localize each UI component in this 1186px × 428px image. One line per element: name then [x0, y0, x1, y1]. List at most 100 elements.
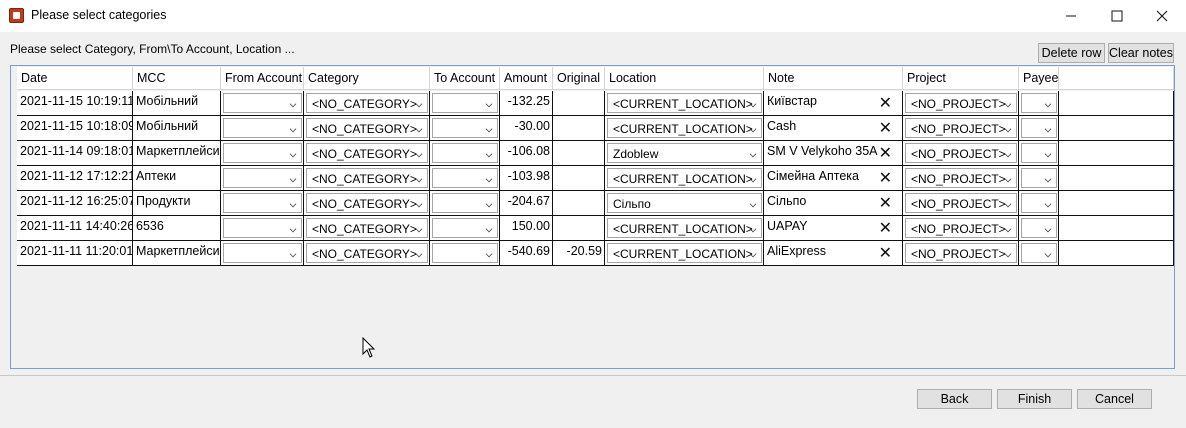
category-combobox[interactable]: <NO_CATEGORY> [306, 118, 428, 138]
cell-category[interactable]: <NO_CATEGORY> [304, 191, 430, 216]
project-combobox[interactable]: <NO_PROJECT> [905, 243, 1017, 263]
location-combobox[interactable]: <CURRENT_LOCATION> [607, 243, 762, 263]
payee-combobox[interactable] [1021, 218, 1057, 238]
cell-location[interactable]: <CURRENT_LOCATION> [605, 116, 764, 141]
cell-project[interactable]: <NO_PROJECT> [903, 116, 1019, 141]
column-header-payee[interactable]: Payee [1019, 67, 1059, 90]
cell-amount[interactable]: -132.25 [500, 91, 553, 116]
cell-note[interactable]: Сімейна Аптека ✕ [764, 166, 903, 191]
column-header-note[interactable]: Note [764, 67, 903, 90]
cell-project[interactable]: <NO_PROJECT> [903, 241, 1019, 266]
cell-location[interactable]: <CURRENT_LOCATION> [605, 216, 764, 241]
project-combobox[interactable]: <NO_PROJECT> [905, 143, 1017, 163]
cell-original[interactable] [553, 166, 605, 191]
clear-note-icon[interactable]: ✕ [879, 193, 892, 213]
table-row[interactable]: 2021-11-15 10:19:11 Мобільний <NO_CATEGORY… [17, 91, 1174, 116]
cell-location[interactable]: <CURRENT_LOCATION> [605, 166, 764, 191]
cell-to[interactable] [430, 216, 500, 241]
cell-location[interactable]: Zdoblew [605, 141, 764, 166]
table-row[interactable]: 2021-11-12 16:25:07 Продукти <NO_CATEGORY>… [17, 191, 1174, 216]
clear-notes-button[interactable]: Clear notes [1108, 43, 1174, 63]
category-combobox[interactable]: <NO_CATEGORY> [306, 193, 428, 213]
cell-payee[interactable] [1019, 116, 1059, 141]
to-combobox[interactable] [432, 218, 498, 238]
cancel-button[interactable]: Cancel [1077, 389, 1152, 409]
cell-project[interactable]: <NO_PROJECT> [903, 141, 1019, 166]
cell-amount[interactable]: -540.69 [500, 241, 553, 266]
categories-grid[interactable]: Date MCC From Account Category To Account Amo… [10, 65, 1175, 369]
clear-note-icon[interactable]: ✕ [879, 118, 892, 138]
cell-to[interactable] [430, 241, 500, 266]
from-combobox[interactable] [223, 218, 302, 238]
column-header-to-account[interactable]: To Account [430, 67, 500, 90]
to-combobox[interactable] [432, 93, 498, 113]
project-combobox[interactable]: <NO_PROJECT> [905, 118, 1017, 138]
delete-row-button[interactable]: Delete row [1038, 43, 1105, 63]
from-combobox[interactable] [223, 143, 302, 163]
cell-note[interactable]: Сільпо ✕ [764, 191, 903, 216]
cell-payee[interactable] [1019, 141, 1059, 166]
cell-note[interactable]: Cash ✕ [764, 116, 903, 141]
category-combobox[interactable]: <NO_CATEGORY> [306, 143, 428, 163]
cell-mcc[interactable]: Мобільний [133, 116, 221, 141]
cell-original[interactable]: -20.59 [553, 241, 605, 266]
cell-mcc[interactable]: Маркетплейси [133, 241, 221, 266]
column-header-from-account[interactable]: From Account [221, 67, 304, 90]
cell-from[interactable] [221, 116, 304, 141]
cell-date[interactable]: 2021-11-11 11:20:01 [17, 241, 133, 266]
cell-mcc[interactable]: Маркетплейси [133, 141, 221, 166]
cell-from[interactable] [221, 166, 304, 191]
column-header-amount[interactable]: Amount [500, 67, 553, 90]
cell-category[interactable]: <NO_CATEGORY> [304, 91, 430, 116]
from-combobox[interactable] [223, 93, 302, 113]
cell-location[interactable]: Сільпо [605, 191, 764, 216]
cell-original[interactable] [553, 141, 605, 166]
cell-project[interactable]: <NO_PROJECT> [903, 216, 1019, 241]
cell-note[interactable]: Київстар ✕ [764, 91, 903, 116]
cell-mcc[interactable]: Продукти [133, 191, 221, 216]
cell-from[interactable] [221, 141, 304, 166]
payee-combobox[interactable] [1021, 93, 1057, 113]
table-row[interactable]: 2021-11-11 14:40:26 6536 <NO_CATEGORY> 150.… [17, 216, 1174, 241]
cell-original[interactable] [553, 216, 605, 241]
cell-amount[interactable]: -204.67 [500, 191, 553, 216]
cell-to[interactable] [430, 141, 500, 166]
payee-combobox[interactable] [1021, 118, 1057, 138]
to-combobox[interactable] [432, 118, 498, 138]
cell-category[interactable]: <NO_CATEGORY> [304, 141, 430, 166]
column-header-original[interactable]: Original [553, 67, 605, 90]
to-combobox[interactable] [432, 193, 498, 213]
cell-project[interactable]: <NO_PROJECT> [903, 191, 1019, 216]
location-combobox[interactable]: Сільпо [607, 193, 762, 213]
payee-combobox[interactable] [1021, 193, 1057, 213]
clear-note-icon[interactable]: ✕ [879, 143, 892, 163]
payee-combobox[interactable] [1021, 243, 1057, 263]
category-combobox[interactable]: <NO_CATEGORY> [306, 168, 428, 188]
cell-note[interactable]: AliExpress ✕ [764, 241, 903, 266]
cell-date[interactable]: 2021-11-15 10:19:11 [17, 91, 133, 116]
cell-note[interactable]: SM V Velykoho 35A ✕ [764, 141, 903, 166]
maximize-button[interactable] [1094, 0, 1140, 31]
cell-date[interactable]: 2021-11-12 17:12:21 [17, 166, 133, 191]
cell-original[interactable] [553, 91, 605, 116]
to-combobox[interactable] [432, 243, 498, 263]
minimize-button[interactable] [1048, 0, 1094, 31]
cell-category[interactable]: <NO_CATEGORY> [304, 241, 430, 266]
category-combobox[interactable]: <NO_CATEGORY> [306, 93, 428, 113]
cell-mcc[interactable]: 6536 [133, 216, 221, 241]
cell-to[interactable] [430, 191, 500, 216]
from-combobox[interactable] [223, 118, 302, 138]
from-combobox[interactable] [223, 243, 302, 263]
location-combobox[interactable]: <CURRENT_LOCATION> [607, 218, 762, 238]
location-combobox[interactable]: <CURRENT_LOCATION> [607, 93, 762, 113]
cell-to[interactable] [430, 166, 500, 191]
payee-combobox[interactable] [1021, 168, 1057, 188]
cell-payee[interactable] [1019, 91, 1059, 116]
location-combobox[interactable]: <CURRENT_LOCATION> [607, 118, 762, 138]
location-combobox[interactable]: Zdoblew [607, 143, 762, 163]
category-combobox[interactable]: <NO_CATEGORY> [306, 243, 428, 263]
column-header-location[interactable]: Location [605, 67, 764, 90]
cell-category[interactable]: <NO_CATEGORY> [304, 116, 430, 141]
project-combobox[interactable]: <NO_PROJECT> [905, 193, 1017, 213]
cell-amount[interactable]: -106.08 [500, 141, 553, 166]
